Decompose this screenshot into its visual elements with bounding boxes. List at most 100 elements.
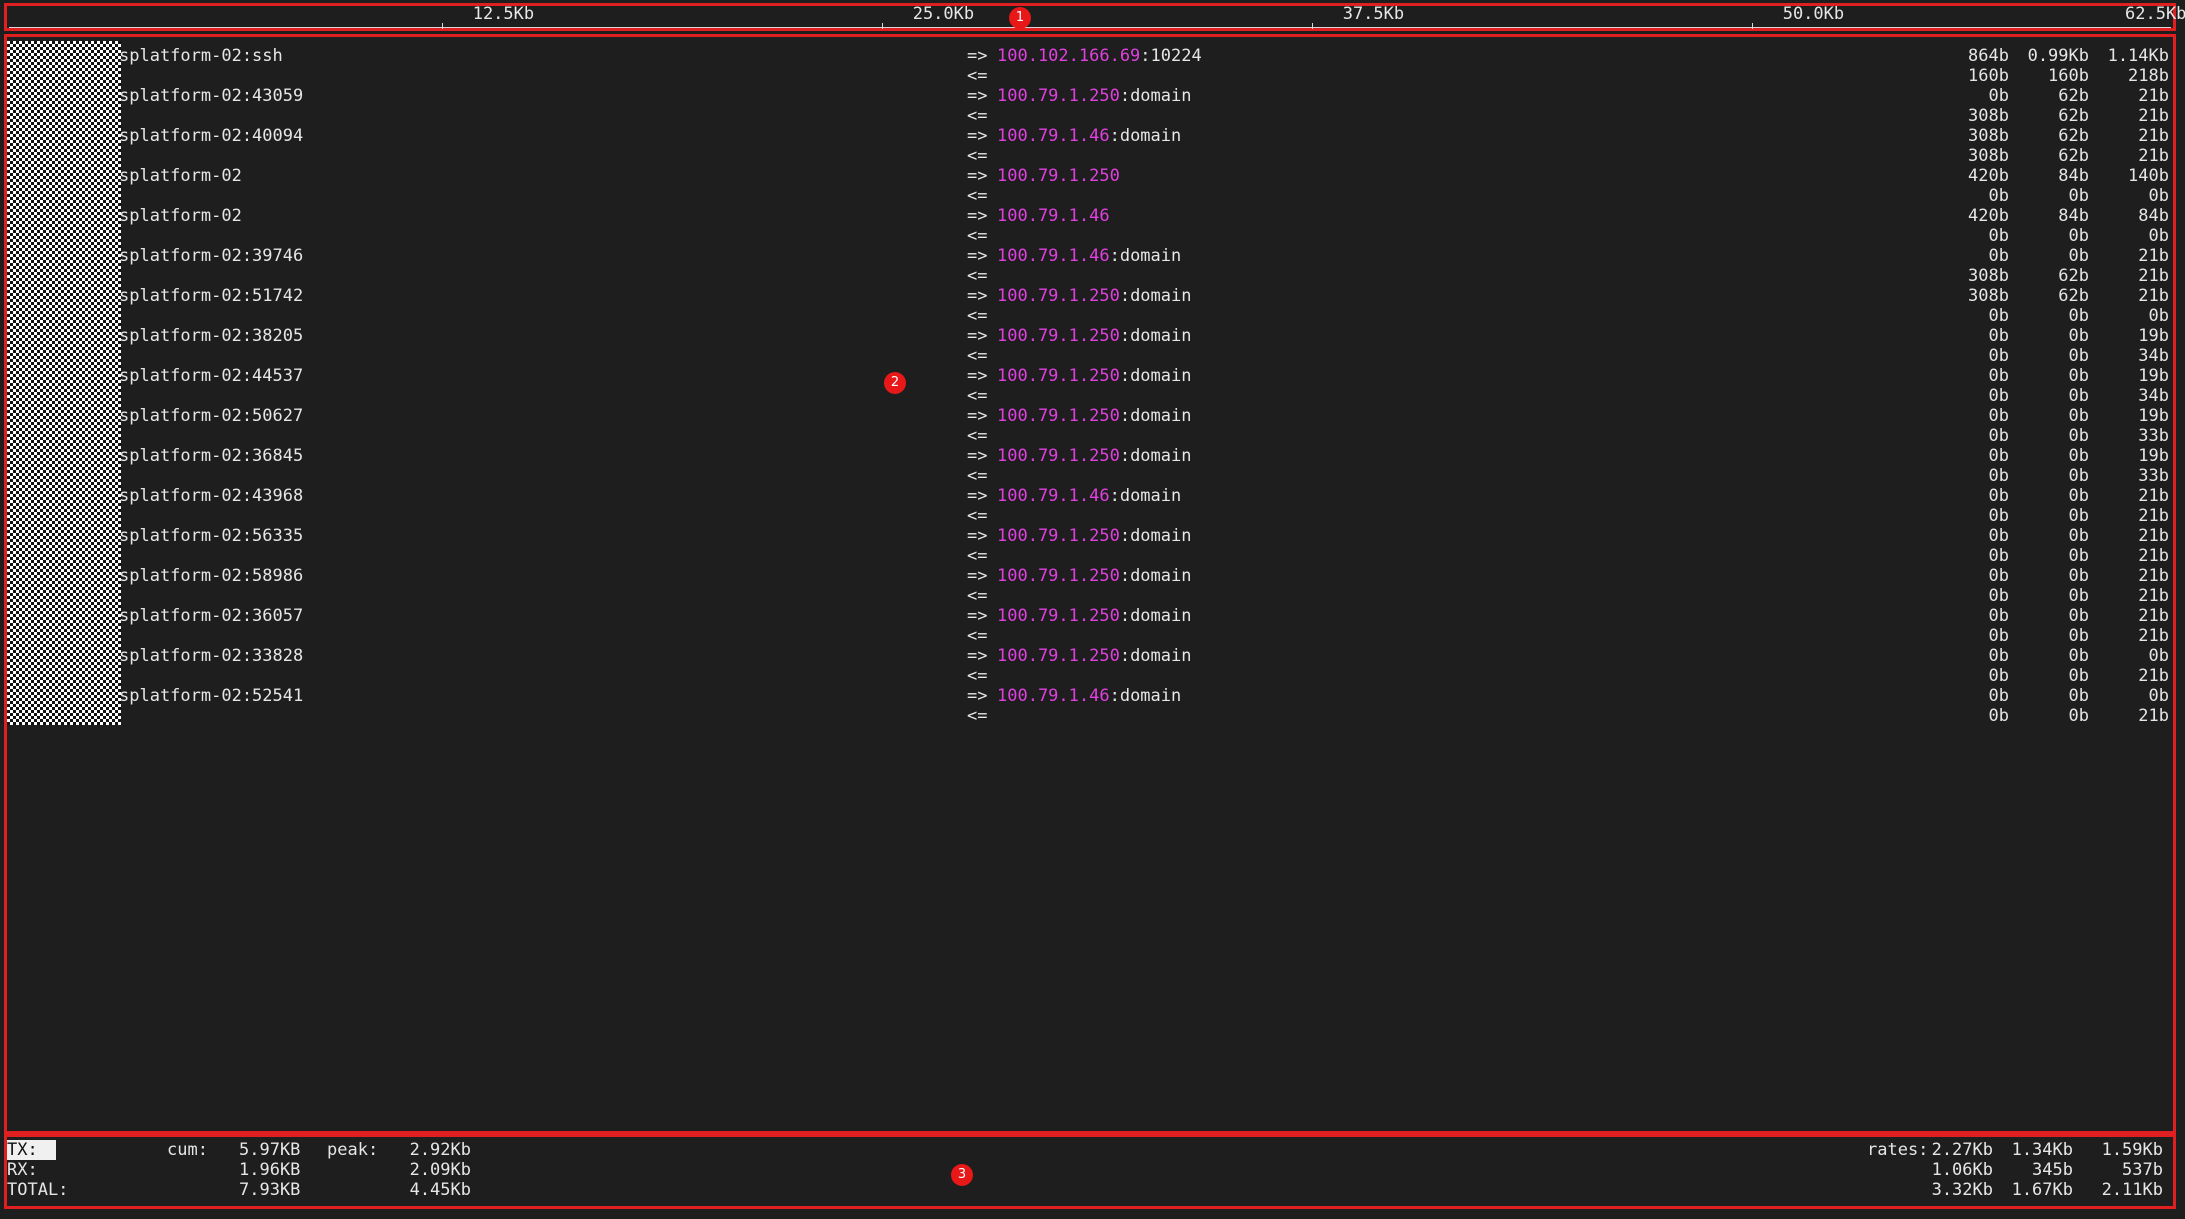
source-address: splatform-02:ssh — [119, 46, 283, 66]
tx-peak-value: 2.92Kb — [409, 1140, 471, 1160]
tx-rate-2s: 0b — [1988, 486, 2009, 506]
rx-rate-10s: 0b — [2068, 586, 2089, 606]
destination-port: :domain — [1119, 526, 1192, 546]
flow-row[interactable]: splatform-02:40094 => <= 100.79.1.46:domain… — [7, 126, 2179, 166]
tick-mark — [1312, 23, 1313, 29]
tx-rate-10s: 84b — [2058, 206, 2089, 226]
destination-port: :domain — [1119, 366, 1192, 386]
destination-address: 100.79.1.250:domain — [997, 86, 1191, 106]
tx-arrow: => — [967, 246, 988, 266]
flow-row[interactable]: splatform-02:33828 => <= 100.79.1.250:domai… — [7, 646, 2179, 686]
tx-arrow: => — [967, 406, 988, 426]
rx-rate-10s: 0b — [2068, 426, 2089, 446]
rx-arrow: <= — [967, 306, 988, 326]
rx-rate-2s: 0b — [1988, 546, 2009, 566]
flow-row[interactable]: splatform-02 => <= 100.79.1.250 420b 84b 140b 0… — [7, 166, 2179, 206]
tx-rate-10s: 0b — [2068, 526, 2089, 546]
tick-label: 37.5Kb — [1342, 4, 1405, 24]
flow-row[interactable]: splatform-02:38205 => <= 100.79.1.250:domai… — [7, 326, 2179, 366]
tx-rate-40s: 21b — [2138, 126, 2169, 146]
rx-rate-40s: 33b — [2138, 466, 2169, 486]
tx-rate-40s: 0b — [2148, 646, 2169, 666]
tx-rate-10s: 0b — [2068, 246, 2089, 266]
rx-arrow: <= — [967, 226, 988, 246]
tx-rate-2s: 0b — [1988, 406, 2009, 426]
tx-rate-2s: 0b — [1988, 526, 2009, 546]
rx-rate-2s: 308b — [1968, 266, 2009, 286]
tx-rate-40s: 21b — [2138, 486, 2169, 506]
destination-host: 100.79.1.250 — [997, 646, 1120, 666]
tx-rate-10s: 0.99Kb — [2027, 46, 2089, 66]
flow-row[interactable]: splatform-02:36057 => <= 100.79.1.250:domai… — [7, 606, 2179, 646]
rx-arrow: <= — [967, 666, 988, 686]
flow-row[interactable]: splatform-02:44537 => <= 100.79.1.250:domai… — [7, 366, 2179, 406]
rx-arrow: <= — [967, 66, 988, 86]
rx-rate-10s: 160b — [2048, 66, 2089, 86]
flow-row[interactable]: splatform-02:50627 => <= 100.79.1.250:domai… — [7, 406, 2179, 446]
flow-row[interactable]: splatform-02:56335 => <= 100.79.1.250:domai… — [7, 526, 2179, 566]
rx-rate-10s: 0b — [2068, 506, 2089, 526]
rx-total-label: RX: — [7, 1160, 38, 1180]
tx-rate-2s: 864b — [1968, 46, 2009, 66]
flow-row[interactable]: splatform-02:43059 => <= 100.79.1.250:domai… — [7, 86, 2179, 126]
destination-host: 100.79.1.250 — [997, 406, 1120, 426]
flow-row[interactable]: splatform-02:ssh => <= 100.102.166.69:10224… — [7, 46, 2179, 86]
tx-rate-10s: 0b — [2068, 366, 2089, 386]
destination-address: 100.79.1.46:domain — [997, 486, 1181, 506]
rx-rate-10s: 0b — [2068, 306, 2089, 326]
destination-address: 100.79.1.250:domain — [997, 646, 1191, 666]
rx-rate-2s: 0b — [1988, 386, 2009, 406]
destination-host: 100.79.1.46 — [997, 686, 1110, 706]
rx-rate-40s: 21b — [2138, 626, 2169, 646]
flow-list[interactable]: splatform-02:ssh => <= 100.102.166.69:10224… — [4, 34, 2176, 1134]
rx-rate-40s: 21b — [2138, 146, 2169, 166]
tx-rate-10s: 62b — [2058, 286, 2089, 306]
flow-row[interactable]: splatform-02:43968 => <= 100.79.1.46:domain… — [7, 486, 2179, 526]
tx-rate-10s: 0b — [2068, 646, 2089, 666]
tx-rate-2s: 0b — [1988, 326, 2009, 346]
destination-host: 100.79.1.250 — [997, 526, 1120, 546]
tx-arrow: => — [967, 566, 988, 586]
rx-arrow: <= — [967, 706, 988, 726]
tx-arrow: => — [967, 286, 988, 306]
destination-address: 100.79.1.250 — [997, 166, 1120, 186]
totals-panel: TX: RX: TOTAL: cum: 5.97KB 1.96KB 7.93KB… — [4, 1134, 2176, 1209]
source-address: splatform-02:36845 — [119, 446, 304, 466]
tx-rate-10s: 0b — [2068, 606, 2089, 626]
rx-rate-40s: 21b — [2138, 506, 2169, 526]
tx-rate-2s: 0b — [1988, 686, 2009, 706]
destination-address: 100.102.166.69:10224 — [997, 46, 1202, 66]
tx-rate-40s: 19b — [2138, 366, 2169, 386]
destination-port: :domain — [1109, 486, 1182, 506]
flow-row[interactable]: splatform-02 => <= 100.79.1.46 420b 84b 84b 0b 0… — [7, 206, 2179, 246]
destination-host: 100.79.1.250 — [997, 326, 1120, 346]
rx-arrow: <= — [967, 586, 988, 606]
tx-rate-40s: 21b — [2138, 86, 2169, 106]
rx-arrow: <= — [967, 506, 988, 526]
flow-row[interactable]: splatform-02:39746 => <= 100.79.1.46:domain… — [7, 246, 2179, 286]
tx-rate-2s: 0b — [1988, 86, 2009, 106]
rx-arrow: <= — [967, 266, 988, 286]
tx-arrow: => — [967, 646, 988, 666]
peak-label: peak: — [327, 1140, 379, 1160]
flow-row[interactable]: splatform-02:58986 => <= 100.79.1.250:domai… — [7, 566, 2179, 606]
rx-rate-2s: 0b — [1988, 466, 2009, 486]
rx-rate-2s: 0b — [1988, 706, 2009, 726]
destination-host: 100.79.1.46 — [997, 126, 1110, 146]
total-rate-10s: 1.67Kb — [2011, 1180, 2073, 1200]
rx-arrow: <= — [967, 146, 988, 166]
flow-row[interactable]: splatform-02:36845 => <= 100.79.1.250:domai… — [7, 446, 2179, 486]
rx-rate-10s: 0b — [2068, 666, 2089, 686]
rx-rate-10s: 0b — [2068, 346, 2089, 366]
tx-rate-10s: 84b — [2058, 166, 2089, 186]
destination-port: :domain — [1119, 326, 1192, 346]
flow-row[interactable]: splatform-02:52541 => <= 100.79.1.46:domain… — [7, 686, 2179, 726]
destination-port: :domain — [1119, 446, 1192, 466]
flow-row[interactable]: splatform-02:51742 => <= 100.79.1.250:domai… — [7, 286, 2179, 326]
tx-arrow: => — [967, 326, 988, 346]
destination-host: 100.102.166.69 — [997, 46, 1141, 66]
rx-arrow: <= — [967, 626, 988, 646]
tx-rate-2s: 0b — [1988, 566, 2009, 586]
tx-rate-10s: 0b — [2068, 326, 2089, 346]
tx-rate-2s: 2.27Kb — [1931, 1140, 1993, 1160]
